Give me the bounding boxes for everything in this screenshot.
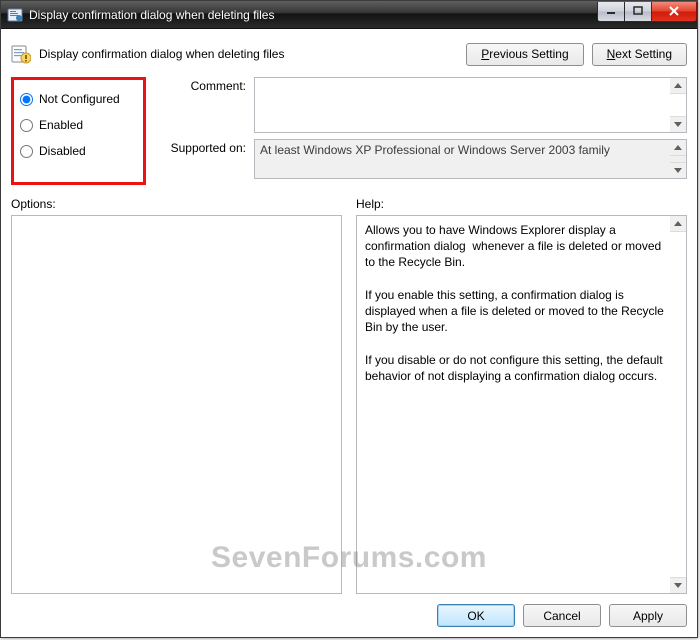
chevron-down-icon — [674, 168, 682, 173]
supported-label: Supported on: — [156, 139, 246, 179]
radio-enabled[interactable]: Enabled — [20, 112, 133, 138]
ok-button[interactable]: OK — [437, 604, 515, 627]
footer-buttons: OK Cancel Apply — [11, 594, 687, 627]
top-grid: Not Configured Enabled Disabled Comment: — [11, 77, 687, 185]
policy-title: Display confirmation dialog when deletin… — [39, 47, 458, 61]
comment-scroll-up[interactable] — [670, 78, 686, 94]
chevron-up-icon — [674, 221, 682, 226]
close-button[interactable] — [651, 2, 697, 22]
supported-value: At least Windows XP Professional or Wind… — [260, 143, 610, 157]
help-panel: Allows you to have Windows Explorer disp… — [356, 215, 687, 594]
minimize-button[interactable] — [597, 2, 625, 22]
radio-not-configured-label: Not Configured — [39, 92, 120, 106]
lower-columns: Options: Help: Allows you to have Window… — [11, 197, 687, 594]
chevron-down-icon — [674, 122, 682, 127]
supported-scroll-down[interactable] — [670, 162, 686, 178]
maximize-icon — [633, 6, 643, 16]
minimize-icon — [606, 6, 616, 16]
cancel-button[interactable]: Cancel — [523, 604, 601, 627]
chevron-up-icon — [674, 145, 682, 150]
previous-setting-button[interactable]: Previous Setting — [466, 43, 583, 66]
nav-buttons: Previous Setting Next Setting — [466, 43, 687, 66]
comment-field[interactable] — [254, 77, 687, 133]
header-row: Display confirmation dialog when deletin… — [11, 37, 687, 71]
client-area: Display confirmation dialog when deletin… — [1, 29, 697, 637]
options-column: Options: — [11, 197, 342, 594]
radio-not-configured[interactable]: Not Configured — [20, 86, 133, 112]
options-label: Options: — [11, 197, 342, 211]
next-setting-label-rest: ext Setting — [615, 47, 672, 61]
help-text: Allows you to have Windows Explorer disp… — [365, 223, 667, 383]
next-setting-button[interactable]: Next Setting — [592, 43, 687, 66]
radio-disabled-input[interactable] — [20, 145, 33, 158]
chevron-down-icon — [674, 583, 682, 588]
comment-scroll-down[interactable] — [670, 116, 686, 132]
close-icon — [668, 6, 680, 16]
chevron-up-icon — [674, 83, 682, 88]
apply-label: Apply — [633, 609, 663, 623]
supported-field: At least Windows XP Professional or Wind… — [254, 139, 687, 179]
cancel-label: Cancel — [543, 609, 580, 623]
titlebar: Display confirmation dialog when deletin… — [1, 1, 697, 29]
radio-enabled-label: Enabled — [39, 118, 83, 132]
radio-disabled-label: Disabled — [39, 144, 86, 158]
supported-scroll-up[interactable] — [670, 140, 686, 156]
policy-icon — [11, 44, 31, 64]
help-scroll-up[interactable] — [670, 216, 686, 232]
comment-row: Comment: — [156, 77, 687, 133]
dialog-window: Display confirmation dialog when deletin… — [0, 0, 698, 638]
previous-setting-label-rest: revious Setting — [489, 47, 568, 61]
help-label: Help: — [356, 197, 687, 211]
right-column: Comment: Supported on: At least Windows … — [156, 77, 687, 185]
ok-label: OK — [467, 609, 484, 623]
radio-enabled-input[interactable] — [20, 119, 33, 132]
comment-label: Comment: — [156, 77, 246, 133]
window-title: Display confirmation dialog when deletin… — [29, 8, 598, 22]
radio-disabled[interactable]: Disabled — [20, 138, 133, 164]
maximize-button[interactable] — [624, 2, 652, 22]
radio-not-configured-input[interactable] — [20, 93, 33, 106]
state-radio-group: Not Configured Enabled Disabled — [11, 77, 146, 185]
options-panel — [11, 215, 342, 594]
supported-row: Supported on: At least Windows XP Profes… — [156, 139, 687, 179]
window-controls — [598, 2, 697, 22]
help-scroll-down[interactable] — [670, 577, 686, 593]
help-column: Help: Allows you to have Windows Explore… — [356, 197, 687, 594]
policy-sysicon — [7, 7, 23, 23]
apply-button[interactable]: Apply — [609, 604, 687, 627]
